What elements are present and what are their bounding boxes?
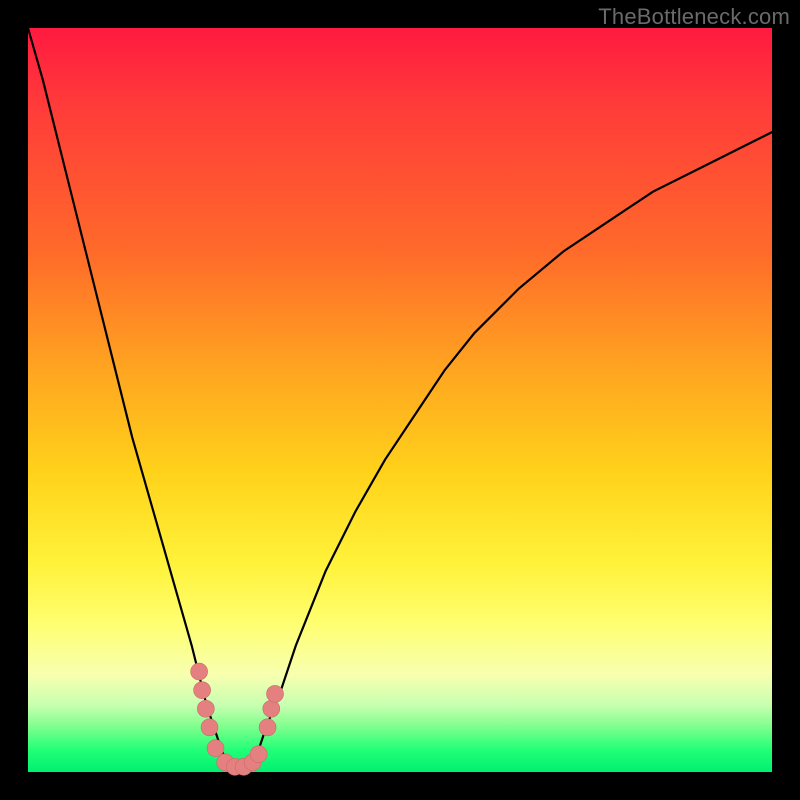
bottleneck-curve-svg: [28, 28, 772, 772]
curve-marker: [194, 682, 211, 699]
chart-frame: TheBottleneck.com: [0, 0, 800, 800]
watermark-text: TheBottleneck.com: [598, 4, 790, 30]
curve-marker: [191, 663, 208, 680]
bottleneck-curve: [28, 28, 772, 768]
plot-area: [28, 28, 772, 772]
curve-marker: [267, 685, 284, 702]
curve-marker: [250, 746, 267, 763]
curve-marker: [207, 740, 224, 757]
curve-marker: [263, 700, 280, 717]
curve-marker: [197, 700, 214, 717]
curve-marker: [201, 719, 218, 736]
curve-marker: [259, 719, 276, 736]
marker-cluster: [191, 663, 284, 775]
